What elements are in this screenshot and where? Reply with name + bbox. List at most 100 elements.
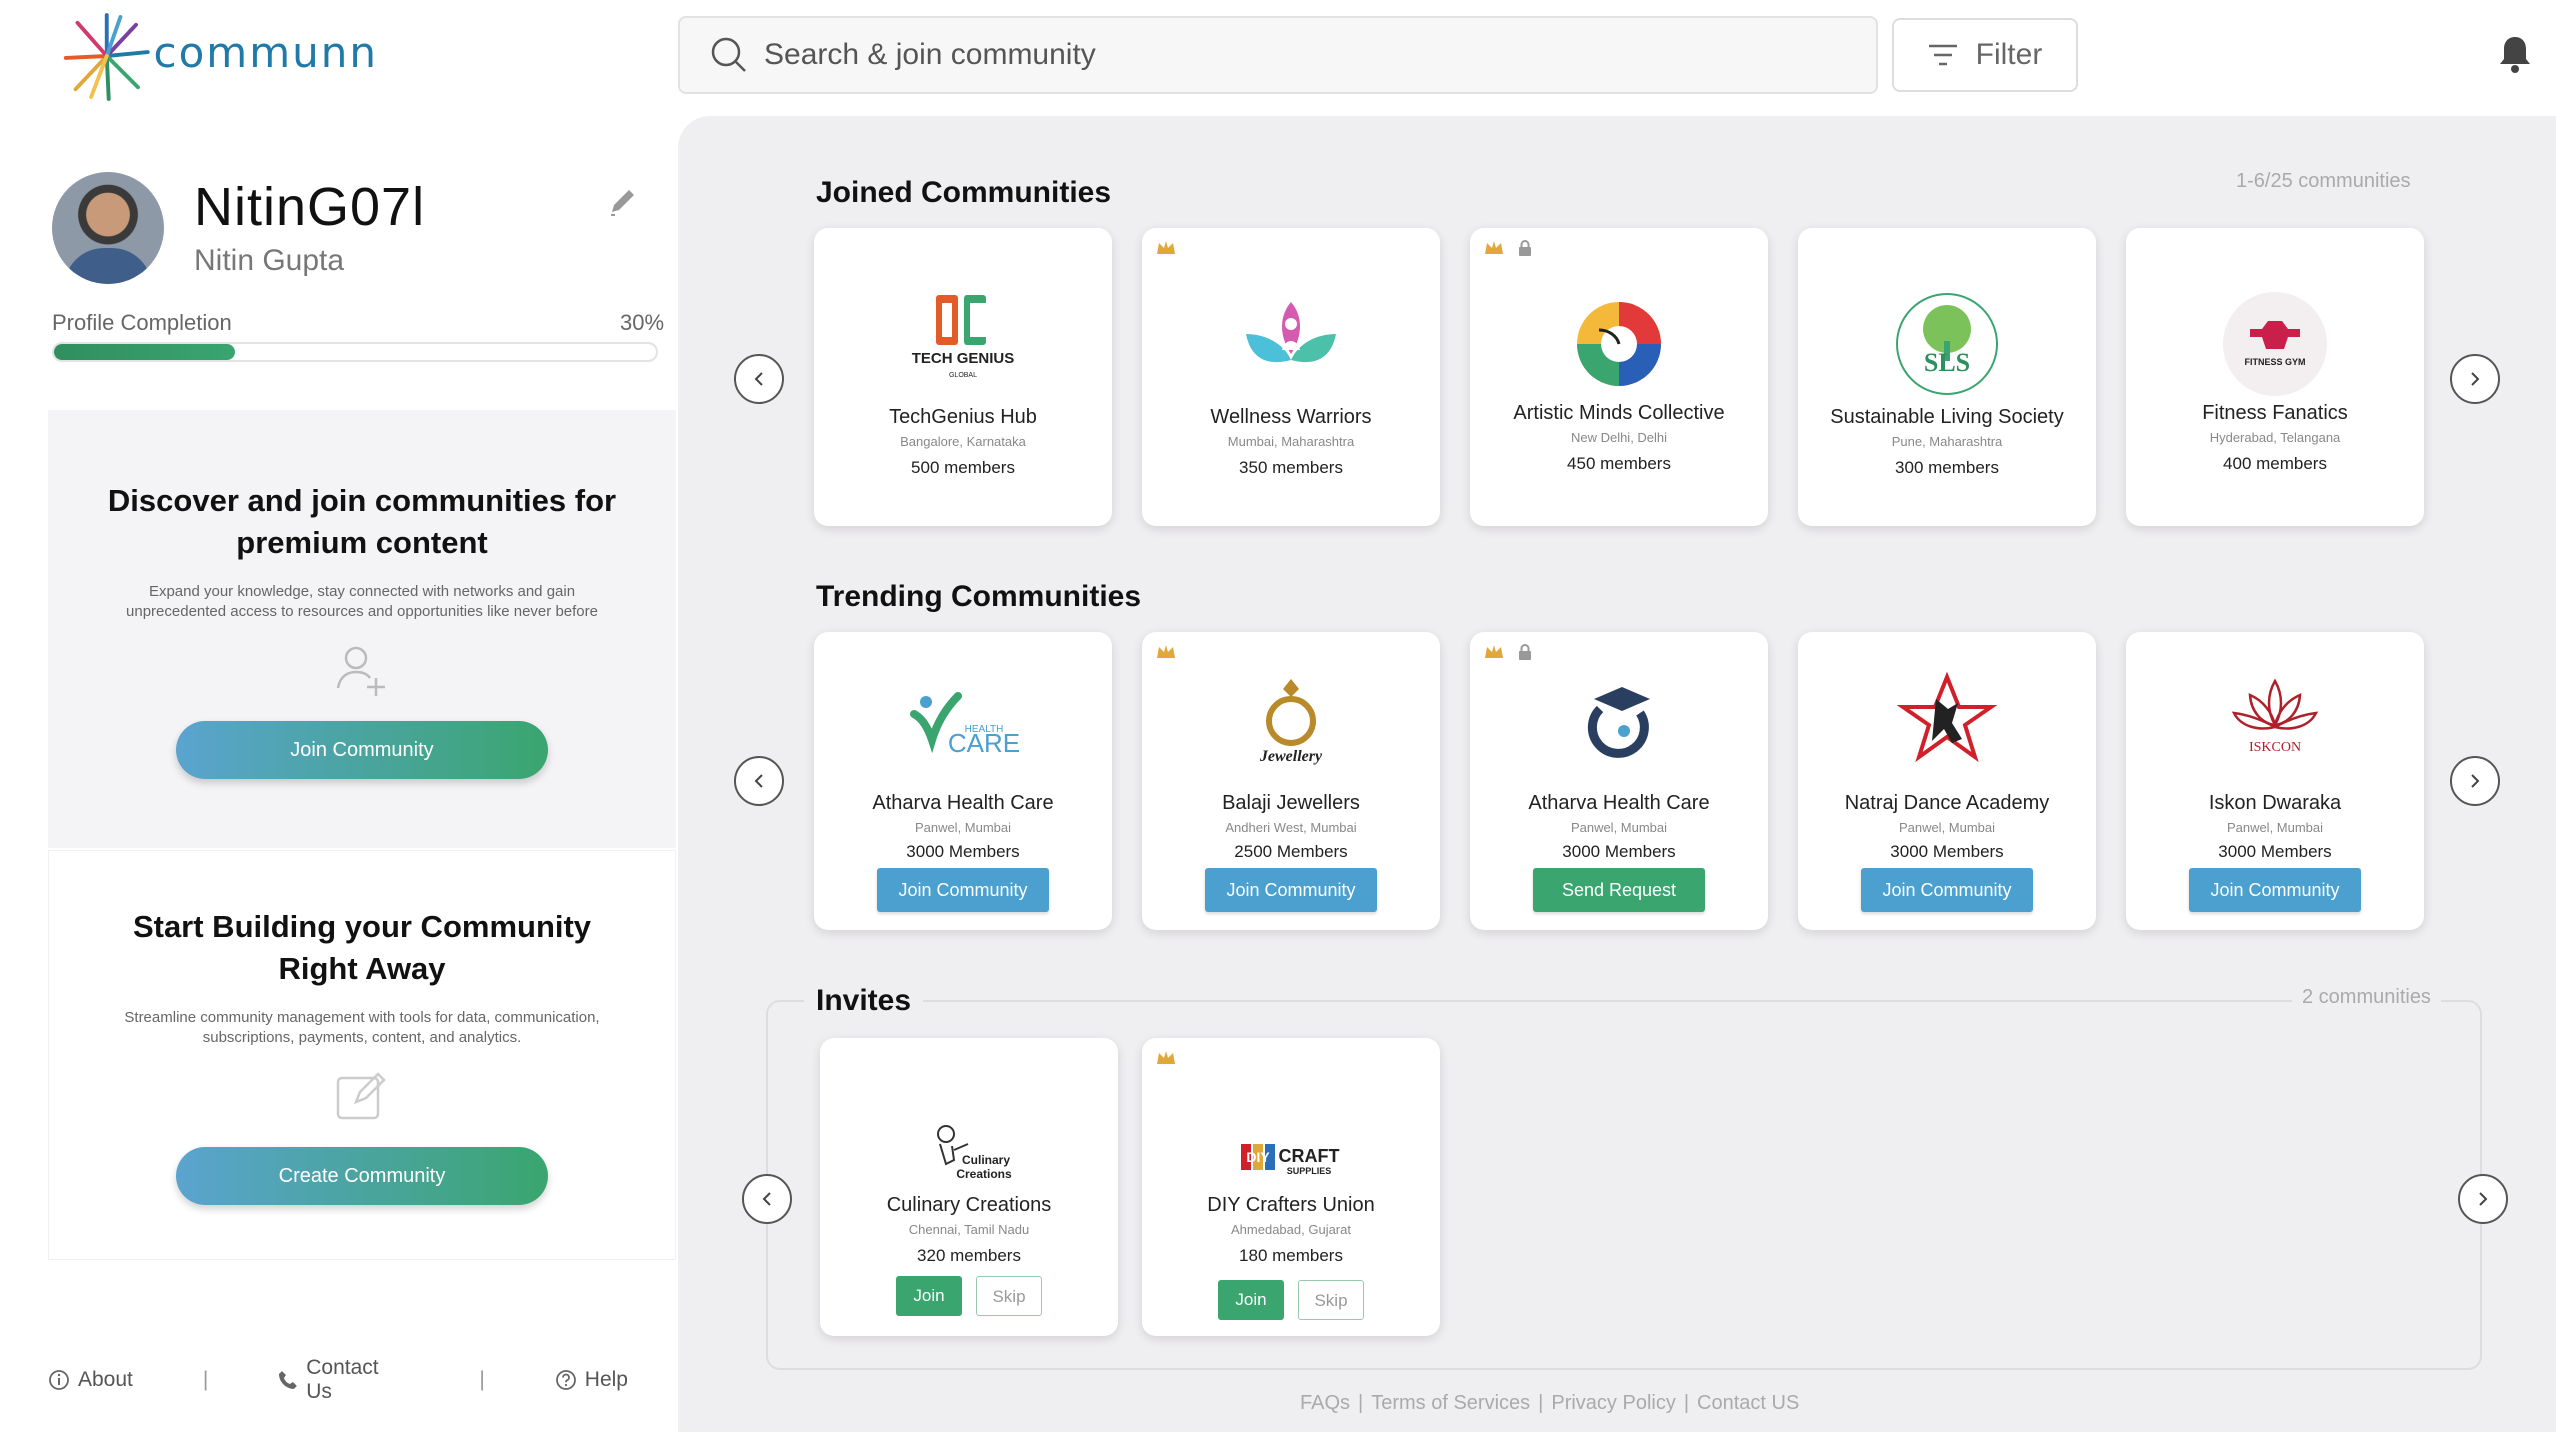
artistic-minds-logo xyxy=(1549,274,1689,414)
community-name: Atharva Health Care xyxy=(872,792,1054,814)
top-header: communn Search & join community Filter xyxy=(0,0,2556,116)
community-card[interactable]: Artistic Minds Collective New Delhi, Del… xyxy=(1470,228,1768,526)
community-card[interactable]: Natraj Dance Academy Panwel, Mumbai 3000… xyxy=(1798,632,2096,930)
community-location: Ahmedabad, Gujarat xyxy=(1231,1222,1351,1237)
community-members: 500 members xyxy=(911,458,1015,477)
search-placeholder: Search & join community xyxy=(764,38,1096,71)
footer-separator: | xyxy=(1538,1392,1544,1414)
search-input[interactable]: Search & join community xyxy=(678,16,1878,94)
community-members: 3000 Members xyxy=(906,842,1020,861)
help-icon xyxy=(555,1370,576,1390)
community-members: 300 members xyxy=(1895,458,1999,477)
community-card[interactable]: HEALTH CARE Atharva Health Care Panwel, M… xyxy=(814,632,1112,930)
join-community-button[interactable]: Join Community xyxy=(1861,868,2033,912)
community-members: 3000 Members xyxy=(2218,842,2332,861)
join-community-button[interactable]: Join Community xyxy=(176,721,548,779)
create-edit-icon xyxy=(336,1072,386,1120)
invites-prev-button[interactable] xyxy=(742,1174,792,1224)
profile-full-name: Nitin Gupta xyxy=(194,244,345,277)
build-panel: Start Building your Community Right Away… xyxy=(48,850,676,1260)
join-community-button[interactable]: Join Community xyxy=(1205,868,1377,912)
footer-divider: | xyxy=(202,1368,209,1391)
community-name: Wellness Warriors xyxy=(1210,406,1372,428)
trending-communities-title: Trending Communities xyxy=(816,580,1142,613)
diy-logo-craft: CRAFT xyxy=(1279,1146,1340,1166)
community-card[interactable]: Wellness Warriors Mumbai, Maharashtra 35… xyxy=(1142,228,1440,526)
community-members: 2500 Members xyxy=(1234,842,1348,861)
community-card[interactable]: SLS Sustainable Living Society Pune, Mah… xyxy=(1798,228,2096,526)
community-location: Mumbai, Maharashtra xyxy=(1227,434,1355,449)
community-card[interactable]: ISKCON Iskon Dwaraka Panwel, Mumbai 3000… xyxy=(2126,632,2424,930)
invite-card[interactable]: DIY CRAFT SUPPLIES DIY Crafters Union Ahme… xyxy=(1142,1038,1440,1336)
graduation-logo xyxy=(1549,654,1689,794)
about-link[interactable]: About xyxy=(48,1368,133,1392)
community-name: Atharva Health Care xyxy=(1528,792,1710,814)
fitness-logo-text: FITNESS GYM xyxy=(2244,357,2305,367)
sidebar-footer: About | Contact Us | Help xyxy=(48,1356,628,1404)
community-name: Natraj Dance Academy xyxy=(1844,792,2050,814)
contact-us-link[interactable]: Contact Us xyxy=(278,1356,409,1404)
techgenius-logo-text: TECH GENIUS xyxy=(912,350,1015,367)
joined-next-button[interactable] xyxy=(2450,354,2500,404)
profile-completion-percent: 30% xyxy=(620,310,665,335)
invite-card[interactable]: Culinary Creations Culinary Creations Che… xyxy=(820,1038,1118,1336)
edit-profile-icon[interactable] xyxy=(606,186,640,220)
join-button[interactable]: Join xyxy=(1218,1280,1284,1320)
filter-button[interactable]: Filter xyxy=(1892,18,2078,92)
chevron-left-icon xyxy=(754,774,763,788)
help-link[interactable]: Help xyxy=(555,1368,628,1392)
info-icon xyxy=(49,1370,69,1390)
techgenius-logo-sub: GLOBAL xyxy=(949,372,977,379)
contact-us-label: Contact Us xyxy=(306,1356,379,1403)
brand-wordmark: communn xyxy=(153,27,378,77)
health-logo-text: CARE xyxy=(948,728,1020,758)
community-location: Panwel, Mumbai xyxy=(1570,820,1668,835)
avatar[interactable] xyxy=(52,172,164,284)
join-community-button[interactable]: Join Community xyxy=(877,868,1049,912)
community-card[interactable]: FITNESS GYM Fitness Fanatics Hyderabad, … xyxy=(2126,228,2424,526)
invites-count: 2 communities xyxy=(2292,986,2441,1009)
community-card[interactable]: Jewellery Balaji Jewellers Andheri West,… xyxy=(1142,632,1440,930)
iskcon-logo: ISKCON xyxy=(2205,654,2345,794)
help-label: Help xyxy=(584,1368,628,1391)
trending-next-button[interactable] xyxy=(2450,756,2500,806)
send-request-button[interactable]: Send Request xyxy=(1533,868,1705,912)
premium-crown-icon xyxy=(1485,241,1503,254)
join-community-button[interactable]: Join Community xyxy=(2189,868,2361,912)
create-community-button[interactable]: Create Community xyxy=(176,1147,548,1205)
skip-button[interactable]: Skip xyxy=(976,1276,1042,1316)
joined-prev-button[interactable] xyxy=(734,354,784,404)
community-card[interactable]: TECH GENIUS GLOBAL TechGenius Hub Bangalo… xyxy=(814,228,1112,526)
brand-logo[interactable]: communn xyxy=(58,6,378,106)
community-card[interactable]: Atharva Health Care Panwel, Mumbai 3000 … xyxy=(1470,632,1768,930)
filter-icon xyxy=(1928,44,1957,66)
community-name: Culinary Creations xyxy=(886,1194,1052,1216)
community-name: Fitness Fanatics xyxy=(2202,402,2348,424)
contact-link[interactable]: Contact US xyxy=(1697,1392,1799,1414)
jewellery-logo: Jewellery xyxy=(1221,654,1361,794)
phone-icon xyxy=(279,1371,298,1389)
community-location: Chennai, Tamil Nadu xyxy=(908,1222,1030,1237)
community-location: Panwel, Mumbai xyxy=(2226,820,2324,835)
privacy-link[interactable]: Privacy Policy xyxy=(1551,1392,1675,1414)
community-name: Sustainable Living Society xyxy=(1830,406,2064,428)
sls-logo-text: SLS xyxy=(1924,348,1970,377)
lock-icon xyxy=(1519,240,1531,256)
community-members: 180 members xyxy=(1239,1246,1343,1265)
skip-button[interactable]: Skip xyxy=(1298,1280,1364,1320)
faqs-link[interactable]: FAQs xyxy=(1300,1392,1350,1414)
premium-crown-icon xyxy=(1485,645,1503,658)
terms-link[interactable]: Terms of Services xyxy=(1371,1392,1530,1414)
community-members: 350 members xyxy=(1239,458,1343,477)
join-button[interactable]: Join xyxy=(896,1276,962,1316)
community-location: New Delhi, Delhi xyxy=(1570,430,1668,445)
community-name: Artistic Minds Collective xyxy=(1513,402,1725,424)
community-location: Hyderabad, Telangana xyxy=(2209,430,2341,445)
profile-completion-fill xyxy=(54,344,235,360)
invites-next-button[interactable] xyxy=(2458,1174,2508,1224)
community-location: Andheri West, Mumbai xyxy=(1225,820,1357,835)
notification-bell-icon[interactable] xyxy=(2496,34,2534,74)
filter-label: Filter xyxy=(1975,38,2043,71)
trending-prev-button[interactable] xyxy=(734,756,784,806)
community-members: 3000 Members xyxy=(1562,842,1676,861)
